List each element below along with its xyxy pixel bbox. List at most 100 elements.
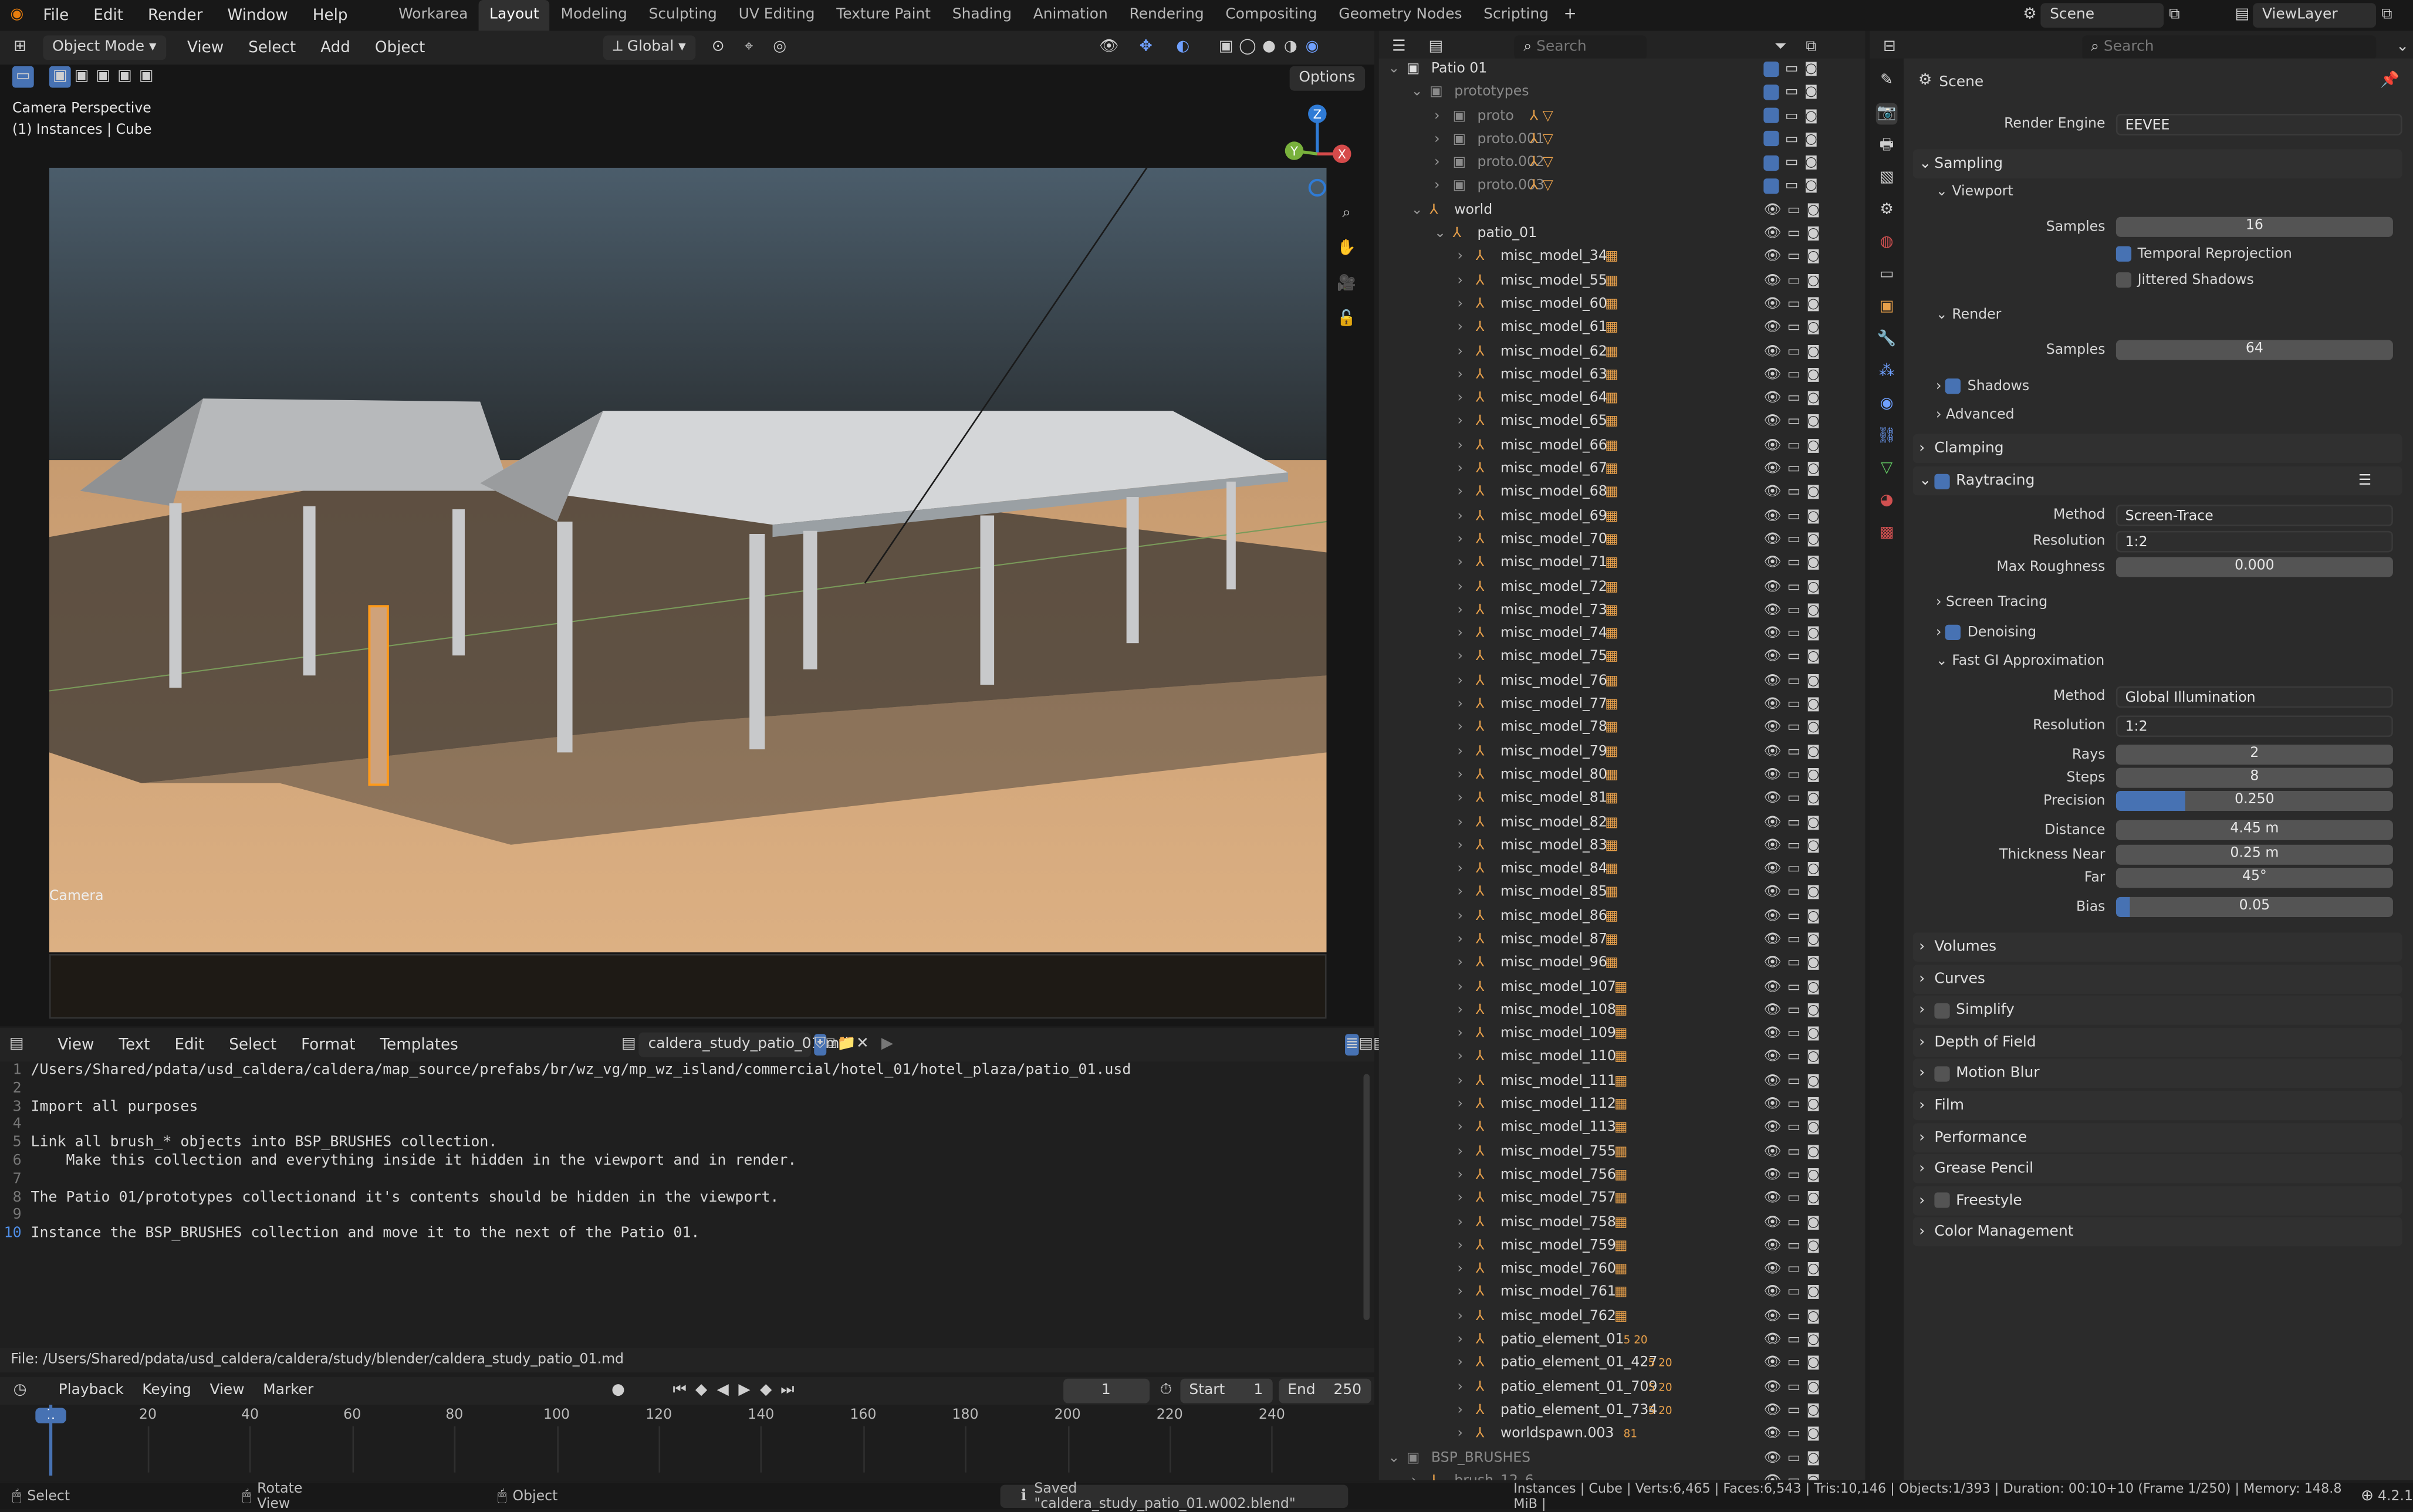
- mesh-data-icon[interactable]: ▦: [1614, 1306, 1627, 1330]
- viewport-toggle-icon[interactable]: ▭: [1787, 532, 1807, 547]
- outliner-row[interactable]: › ⅄ misc_model_761 ▦ 👁▭◙: [1379, 1283, 1865, 1306]
- viewport-toggle-icon[interactable]: ▭: [1787, 1215, 1807, 1230]
- render-camera-icon[interactable]: ◙: [1807, 462, 1826, 477]
- viewport-toggle-icon[interactable]: ▭: [1787, 1239, 1807, 1254]
- outliner-row[interactable]: › ⅄ misc_model_73 ▦ 👁▭◙: [1379, 600, 1865, 623]
- render-camera-icon[interactable]: ◙: [1807, 1239, 1826, 1254]
- eye-icon[interactable]: 👁: [1763, 697, 1787, 712]
- render-samples-field[interactable]: 64: [2115, 340, 2393, 360]
- viewport-toggle-icon[interactable]: ▭: [1787, 721, 1807, 736]
- viewport-samples-field[interactable]: 16: [2115, 217, 2393, 237]
- viewport-toggle-icon[interactable]: ▭: [1787, 1474, 1807, 1480]
- outliner-row[interactable]: › ⅄ misc_model_112 ▦ 👁▭◙: [1379, 1094, 1865, 1118]
- physics-tab-icon[interactable]: ◉: [1876, 394, 1898, 415]
- shading-wire-icon[interactable]: ◯: [1237, 37, 1259, 59]
- eye-icon[interactable]: 👁: [1763, 791, 1787, 806]
- raytracing-check-icon[interactable]: [1934, 473, 1950, 489]
- menu-file[interactable]: File: [31, 7, 81, 24]
- render-camera-icon[interactable]: ◙: [1807, 1262, 1826, 1277]
- render-camera-icon[interactable]: ◙: [1807, 297, 1826, 312]
- outliner-row[interactable]: › ⅄ misc_model_70 ▦ 👁▭◙: [1379, 529, 1865, 553]
- expand-chevron-icon[interactable]: ›: [1457, 1000, 1462, 1023]
- expand-chevron-icon[interactable]: ›: [1457, 718, 1462, 741]
- constraints-tab-icon[interactable]: ⛓: [1876, 426, 1898, 448]
- clamping-panel-header[interactable]: › Clamping: [1912, 434, 2402, 464]
- outliner-row[interactable]: › ⅄ misc_model_758 ▦ 👁▭◙: [1379, 1212, 1865, 1235]
- outliner-search[interactable]: ⌕ Search: [1514, 35, 1647, 60]
- render-camera-icon[interactable]: ◙: [1807, 391, 1826, 407]
- render-camera-icon[interactable]: ◙: [1807, 1168, 1826, 1183]
- outliner-row[interactable]: › ⅄ misc_model_76 ▦ 👁▭◙: [1379, 671, 1865, 694]
- outliner-row[interactable]: › ⅄ misc_model_113 ▦ 👁▭◙: [1379, 1118, 1865, 1141]
- render-camera-icon[interactable]: ◙: [1807, 556, 1826, 571]
- render-camera-icon[interactable]: ◙: [1807, 1097, 1826, 1112]
- collection-tab-icon[interactable]: ▭: [1876, 265, 1898, 286]
- tab-scripting[interactable]: Scripting: [1473, 0, 1560, 31]
- expand-chevron-icon[interactable]: ›: [1457, 1212, 1462, 1235]
- mesh-data-icon[interactable]: ▦: [1614, 1000, 1627, 1023]
- expand-chevron-icon[interactable]: ⌄: [1434, 223, 1446, 246]
- render-camera-icon[interactable]: ◙: [1807, 532, 1826, 547]
- blender-logo-icon[interactable]: ◉: [6, 5, 28, 26]
- outliner-row[interactable]: › ⅄ misc_model_84 ▦ 👁▭◙: [1379, 859, 1865, 882]
- text-menu-text[interactable]: Text: [106, 1036, 162, 1053]
- prev-key-icon[interactable]: ◆: [691, 1380, 712, 1402]
- eye-icon[interactable]: 👁: [1763, 1050, 1787, 1065]
- mesh-data-icon[interactable]: ▦: [1614, 1235, 1627, 1259]
- render-camera-icon[interactable]: ◙: [1807, 650, 1826, 665]
- viewport-toggle-icon[interactable]: ▭: [1787, 367, 1807, 383]
- mesh-data-icon[interactable]: ▦: [1605, 435, 1618, 458]
- mesh-data-icon[interactable]: ▦: [1605, 388, 1618, 411]
- 3d-viewport[interactable]: ▭ ▣ ▣ ▣ ▣ ▣ Options Camera Perspective (…: [0, 65, 1374, 1027]
- mesh-data-icon[interactable]: ▦: [1605, 459, 1618, 482]
- outliner-row[interactable]: › ⅄ misc_model_759 ▦ 👁▭◙: [1379, 1235, 1865, 1259]
- outliner-row[interactable]: › ⅄ misc_model_60 ▦ 👁▭◙: [1379, 294, 1865, 317]
- mesh-data-icon[interactable]: ▦: [1614, 1212, 1627, 1235]
- jittered-shadows-checkbox[interactable]: Jittered Shadows: [2115, 272, 2254, 289]
- overlay-icon[interactable]: ◐: [1172, 37, 1194, 59]
- mesh-data-icon[interactable]: ▦: [1605, 506, 1618, 529]
- viewport-toggle-icon[interactable]: ▭: [1787, 1121, 1807, 1136]
- mode-new-icon[interactable]: ▣: [49, 66, 71, 88]
- outliner-row[interactable]: › ⅄ misc_model_64 ▦ 👁▭◙: [1379, 388, 1865, 411]
- outliner-row[interactable]: › ⅄ misc_model_87 ▦ 👁▭◙: [1379, 929, 1865, 953]
- outliner-row[interactable]: ⌄ ▣ BSP_BRUSHES 👁▭◙: [1379, 1447, 1865, 1470]
- eye-icon[interactable]: 👁: [1763, 674, 1787, 689]
- mesh-data-icon[interactable]: ▦: [1614, 1094, 1627, 1118]
- eye-icon[interactable]: 👁: [1763, 767, 1787, 783]
- freestyle-check-icon[interactable]: [1934, 1193, 1950, 1209]
- expand-chevron-icon[interactable]: ›: [1457, 1330, 1462, 1353]
- outliner-row[interactable]: › ⅄ misc_model_77 ▦ 👁▭◙: [1379, 694, 1865, 718]
- render-camera-icon[interactable]: ◙: [1807, 367, 1826, 383]
- view-layer-tab-icon[interactable]: ▧: [1876, 168, 1898, 190]
- eye-icon[interactable]: 👁: [1763, 438, 1787, 454]
- mode-intersect-icon[interactable]: ▣: [136, 66, 157, 88]
- render-camera-icon[interactable]: ◙: [1807, 509, 1826, 524]
- eye-icon[interactable]: 👁: [1763, 603, 1787, 618]
- mesh-data-icon[interactable]: ▦: [1605, 364, 1618, 388]
- viewport-toggle-icon[interactable]: ▭: [1785, 155, 1804, 171]
- eye-icon[interactable]: 👁: [1763, 1379, 1787, 1395]
- outliner-row[interactable]: › ⅄ misc_model_68 ▦ 👁▭◙: [1379, 482, 1865, 506]
- eye-icon[interactable]: 👁: [1763, 485, 1787, 500]
- fast-gi-subpanel[interactable]: ⌄ Fast GI Approximation: [1936, 654, 2104, 669]
- viewport-toggle-icon[interactable]: ▭: [1787, 627, 1807, 642]
- viewport-toggle-icon[interactable]: ▭: [1787, 1309, 1807, 1324]
- expand-chevron-icon[interactable]: ›: [1457, 247, 1462, 270]
- particles-tab-icon[interactable]: ⁂: [1876, 361, 1898, 383]
- panel-header-color-management[interactable]: › Color Management: [1912, 1217, 2402, 1247]
- play-icon[interactable]: ▶: [734, 1380, 755, 1402]
- expand-chevron-icon[interactable]: ⌄: [1411, 82, 1423, 106]
- outliner-row[interactable]: › ⅄ misc_model_63 ▦ 👁▭◙: [1379, 364, 1865, 388]
- outliner-row[interactable]: › ⅄ misc_model_107 ▦ 👁▭◙: [1379, 976, 1865, 1000]
- outliner-row[interactable]: › ⅄ misc_model_34 ▦ 👁▭◙: [1379, 247, 1865, 270]
- modifier-tab-icon[interactable]: 🔧: [1876, 329, 1898, 351]
- select-box-icon[interactable]: ▭: [12, 66, 34, 88]
- outliner-row[interactable]: ⌄ ⅄ patio_01 👁▭◙: [1379, 223, 1865, 246]
- mesh-data-icon[interactable]: ▦: [1605, 341, 1618, 364]
- render-camera-icon[interactable]: ◙: [1807, 721, 1826, 736]
- eye-icon[interactable]: 👁: [1763, 721, 1787, 736]
- viewport-toggle-icon[interactable]: ▭: [1785, 85, 1804, 100]
- new-viewlayer-icon[interactable]: ⧉: [2376, 5, 2398, 26]
- text-menu-select[interactable]: Select: [217, 1036, 289, 1053]
